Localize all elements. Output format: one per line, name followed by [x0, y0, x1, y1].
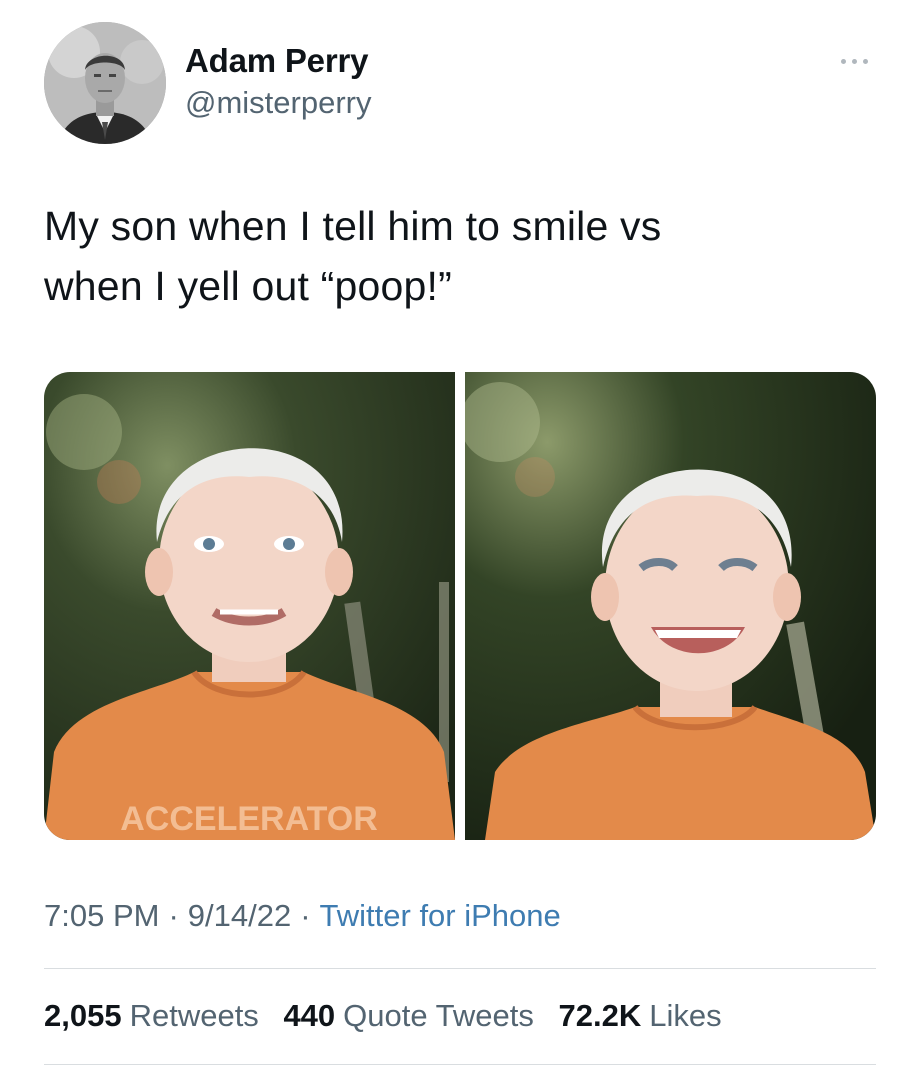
- retweets-stat[interactable]: 2,055 Retweets: [44, 998, 259, 1033]
- meta-separator: ·: [300, 898, 311, 933]
- display-name[interactable]: Adam Perry: [185, 42, 371, 80]
- quote-tweets-label: Quote Tweets: [343, 998, 534, 1033]
- retweets-count: 2,055: [44, 998, 122, 1033]
- tweet-media: ACCELERATOR: [44, 372, 876, 840]
- divider: [44, 1064, 876, 1065]
- tweet-source-link[interactable]: Twitter for iPhone: [320, 898, 561, 933]
- quote-tweets-stat[interactable]: 440 Quote Tweets: [283, 998, 533, 1033]
- photo-right[interactable]: [465, 372, 876, 840]
- likes-stat[interactable]: 72.2K Likes: [559, 998, 722, 1033]
- retweets-label: Retweets: [129, 998, 259, 1033]
- tweet-time[interactable]: 7:05 PM: [44, 898, 159, 933]
- tweet-meta: 7:05 PM · 9/14/22 · Twitter for iPhone: [44, 896, 561, 936]
- author-info: Adam Perry @misterperry: [185, 42, 371, 123]
- divider: [44, 968, 876, 969]
- more-options-icon[interactable]: [838, 56, 872, 66]
- meta-separator: ·: [168, 898, 179, 933]
- likes-count: 72.2K: [558, 998, 642, 1033]
- tweet-text: My son when I tell him to smile vs when …: [44, 203, 662, 309]
- tweet-header: Adam Perry @misterperry: [44, 22, 876, 146]
- quote-tweets-count: 440: [283, 998, 336, 1033]
- shirt-text: ACCELERATOR: [120, 800, 378, 838]
- user-avatar[interactable]: [44, 22, 166, 144]
- user-handle[interactable]: @misterperry: [185, 83, 371, 123]
- tweet-date[interactable]: 9/14/22: [188, 898, 291, 933]
- photo-left[interactable]: ACCELERATOR: [44, 372, 455, 840]
- likes-label: Likes: [649, 998, 722, 1033]
- tweet-stats: 2,055 Retweets 440 Quote Tweets 72.2K Likes: [44, 996, 738, 1036]
